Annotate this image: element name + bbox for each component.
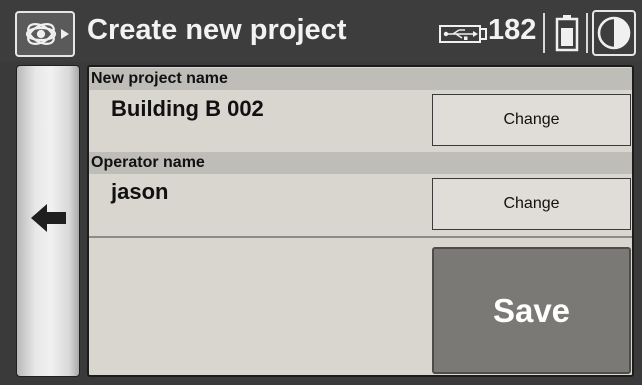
project-name-label: New project name xyxy=(89,68,632,90)
app-logo-icon xyxy=(25,23,69,45)
app-menu-button[interactable] xyxy=(15,11,75,57)
operator-name-value: jason xyxy=(111,179,169,204)
change-project-name-button[interactable]: Change xyxy=(432,94,631,146)
header-divider xyxy=(586,13,588,53)
contrast-button[interactable] xyxy=(592,10,636,56)
project-name-value: Building B 002 xyxy=(111,96,264,121)
title-bar: Create new project 182 xyxy=(0,0,642,62)
contrast-icon xyxy=(597,16,631,50)
usb-storage-icon xyxy=(439,25,487,43)
back-button[interactable] xyxy=(16,65,80,377)
form-divider xyxy=(89,236,632,238)
save-button[interactable]: Save xyxy=(432,247,631,374)
operator-name-label: Operator name xyxy=(89,152,632,174)
storage-count: 182 xyxy=(488,14,537,46)
battery-icon xyxy=(555,15,579,52)
change-operator-name-button[interactable]: Change xyxy=(432,178,631,230)
back-arrow-icon xyxy=(31,204,66,232)
device-screen: Create new project 182 New project name … xyxy=(0,0,642,385)
project-form-panel: New project name Building B 002 Change O… xyxy=(87,65,634,377)
header-divider xyxy=(543,13,545,53)
page-title: Create new project xyxy=(87,14,347,46)
